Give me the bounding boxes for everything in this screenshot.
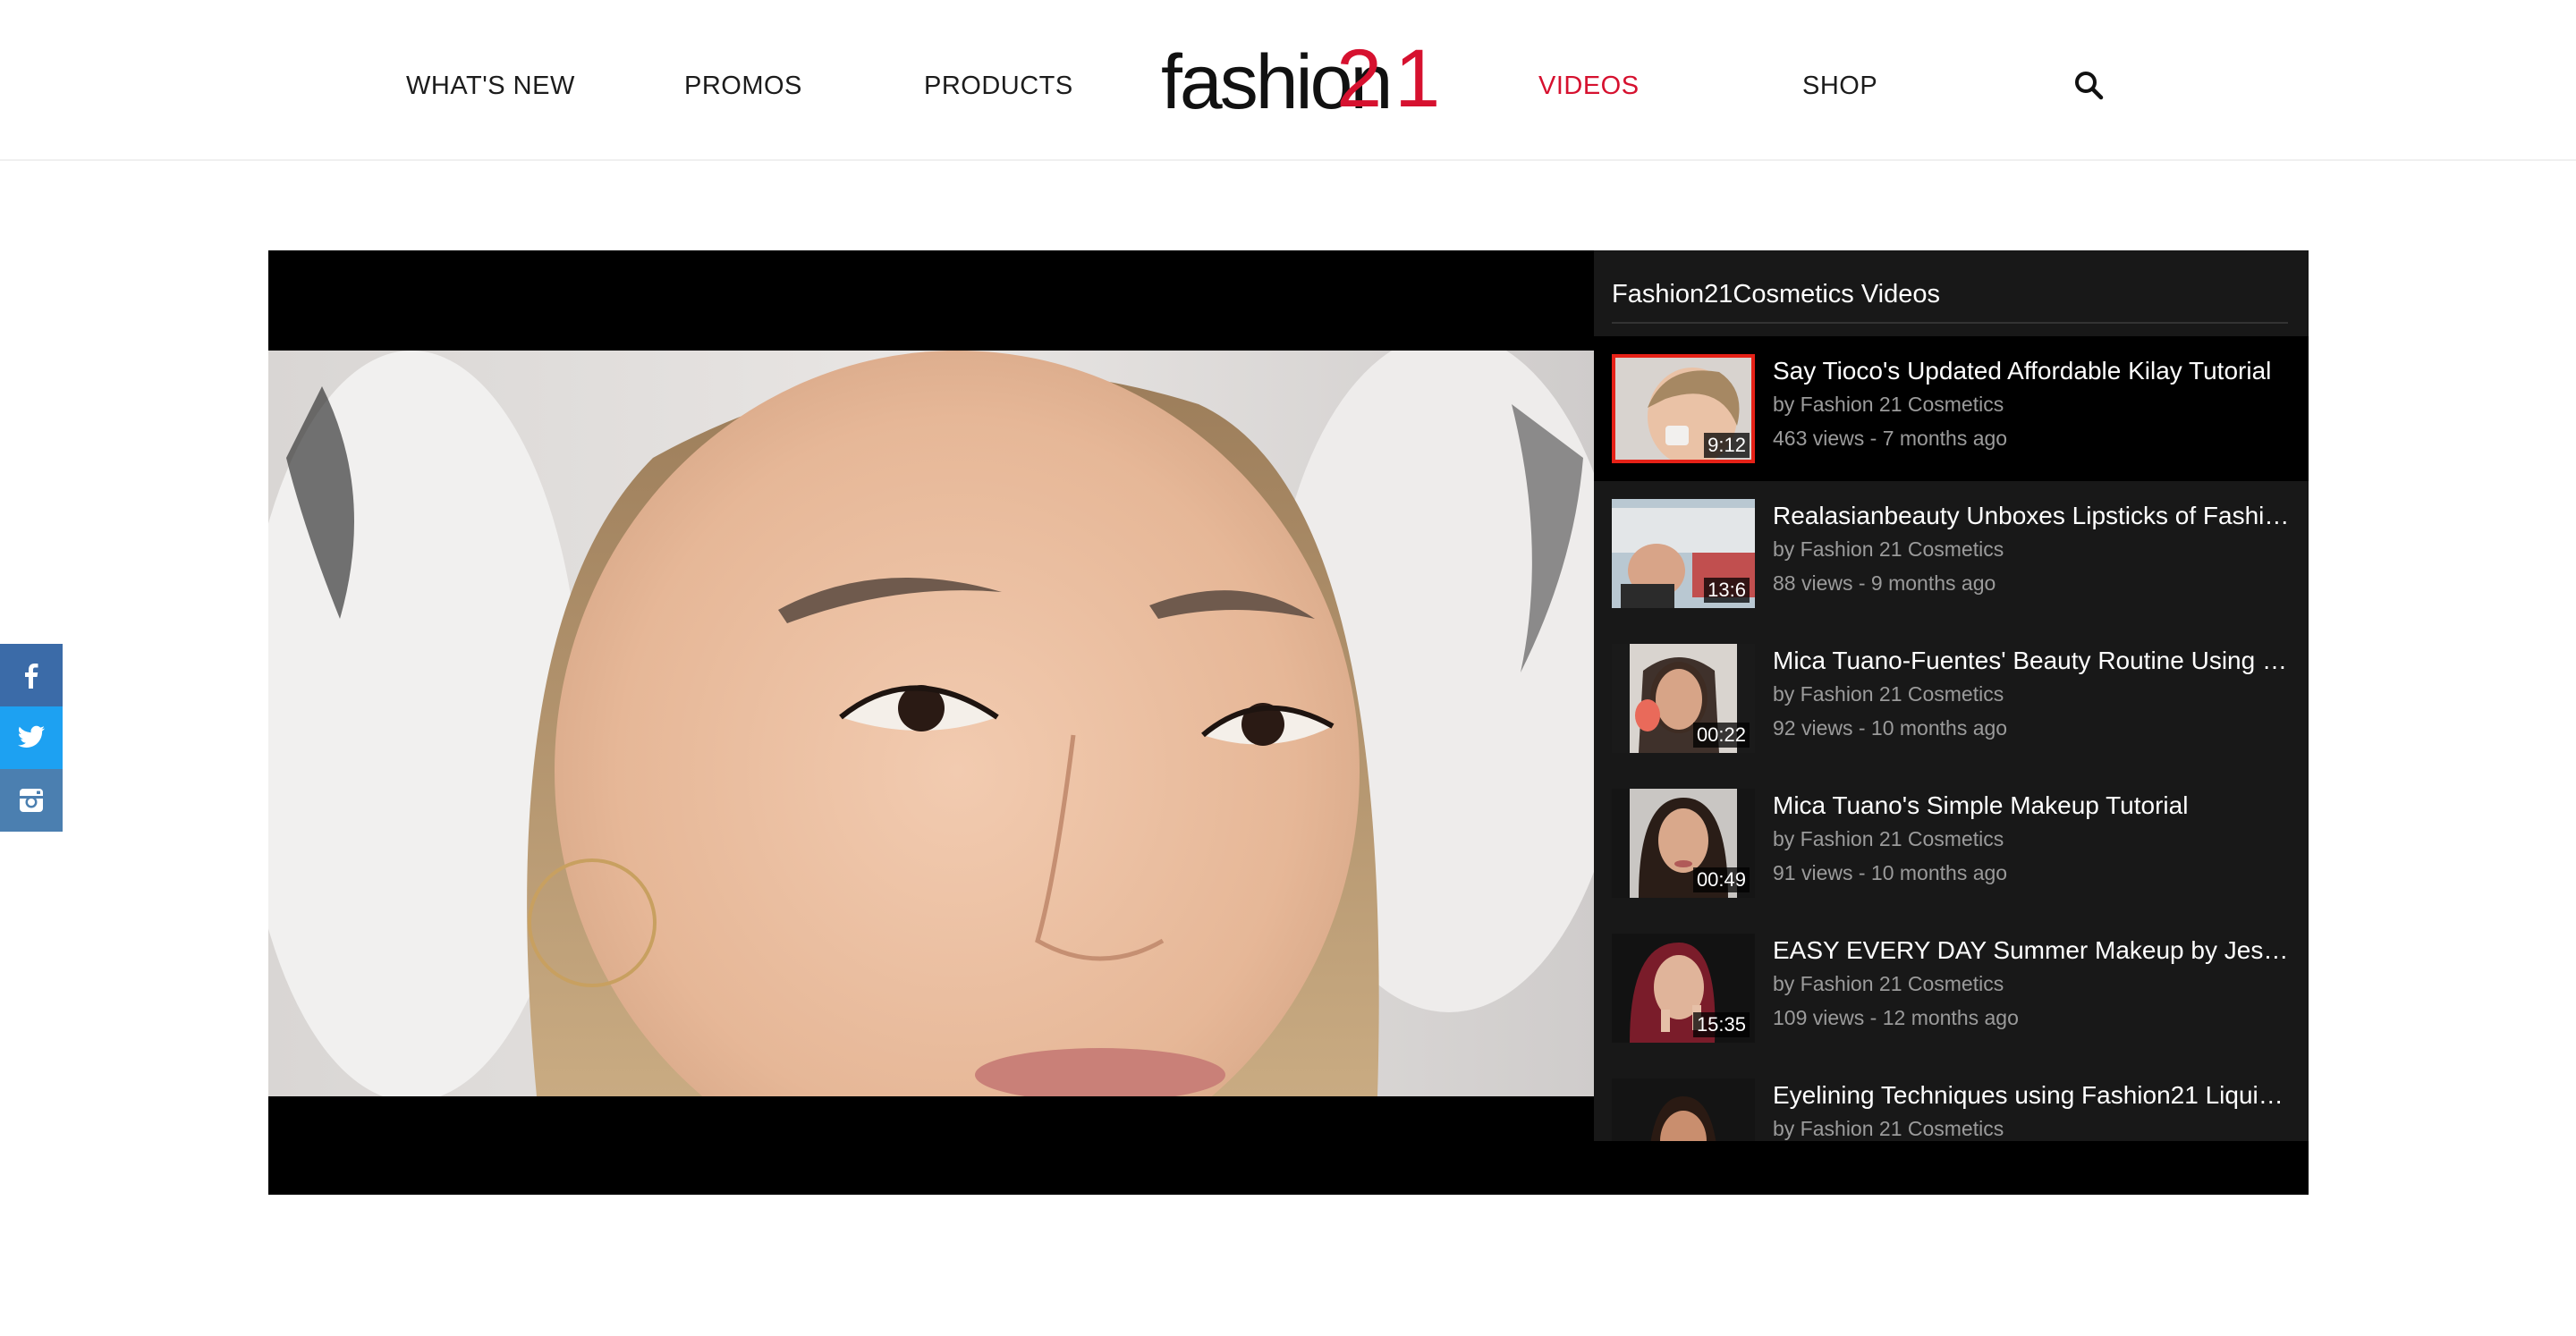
nav-shop[interactable]: SHOP [1802, 70, 1877, 102]
video-duration: 15:35 [1692, 1012, 1750, 1037]
nav-whats-new[interactable]: WHAT'S NEW [406, 70, 575, 102]
video-still-image [268, 351, 1594, 1096]
facebook-icon [25, 664, 38, 689]
video-author: by Fashion 21 Cosmetics [1773, 1117, 2004, 1140]
playlist-title: Fashion21Cosmetics Videos [1612, 279, 2288, 324]
video-meta: 88 views - 9 months ago [1773, 571, 1996, 595]
fashion21-logo[interactable]: fashion 21 [1161, 34, 1440, 127]
video-duration: 00:22 [1692, 723, 1750, 748]
playlist-item[interactable]: 00:22 Mica Tuano-Fuentes' Beauty Routine… [1594, 626, 2309, 771]
video-meta: 463 views - 7 months ago [1773, 427, 2008, 450]
logo-number: 21 [1336, 33, 1453, 124]
nav-products[interactable]: PRODUCTS [924, 70, 1073, 102]
video-author: by Fashion 21 Cosmetics [1773, 393, 2004, 416]
playlist-item[interactable]: 15:35 EASY EVERY DAY Summer Makeup by Je… [1594, 916, 2309, 1061]
video-title[interactable]: Mica Tuano's Simple Makeup Tutorial [1773, 791, 2292, 821]
playlist-list[interactable]: 9:12 Say Tioco's Updated Affordable Kila… [1594, 336, 2309, 1141]
playlist-item[interactable]: Eyelining Techniques using Fashion21 Liq… [1594, 1061, 2309, 1141]
facebook-share-button[interactable] [0, 644, 63, 706]
video-author: by Fashion 21 Cosmetics [1773, 972, 2004, 995]
video-frame[interactable] [268, 351, 1594, 1096]
twitter-icon [18, 725, 45, 748]
site-header: WHAT'S NEW PROMOS PRODUCTS fashion 21 VI… [0, 0, 2576, 161]
playlist-panel: Fashion21Cosmetics Videos 9:12 Say Tioco… [1594, 250, 2309, 1141]
video-title[interactable]: Realasianbeauty Unboxes Lipsticks of Fas… [1773, 501, 2292, 531]
video-duration: 9:12 [1704, 433, 1750, 458]
video-duration: 13:6 [1704, 578, 1750, 603]
video-title[interactable]: Mica Tuano-Fuentes' Beauty Routine Using… [1773, 646, 2292, 676]
video-thumbnail[interactable]: 13:6 [1612, 499, 1755, 608]
twitter-share-button[interactable] [0, 706, 63, 769]
thumbnail-image [1612, 1078, 1755, 1141]
instagram-icon [20, 789, 43, 812]
video-thumbnail[interactable]: 9:12 [1612, 354, 1755, 463]
video-duration: 00:49 [1692, 867, 1750, 892]
video-title[interactable]: EASY EVERY DAY Summer Makeup by Jessica [1773, 935, 2292, 966]
video-thumbnail[interactable]: 15:35 [1612, 934, 1755, 1043]
video-meta: 91 views - 10 months ago [1773, 861, 2008, 884]
video-thumbnail[interactable]: 00:22 [1612, 644, 1755, 753]
instagram-share-button[interactable] [0, 769, 63, 832]
video-player: Fashion21Cosmetics Videos 9:12 Say Tioco… [268, 250, 2309, 1195]
playlist-item[interactable]: 9:12 Say Tioco's Updated Affordable Kila… [1594, 336, 2309, 481]
video-title[interactable]: Eyelining Techniques using Fashion21 Liq… [1773, 1080, 2292, 1111]
playlist-item[interactable]: 13:6 Realasianbeauty Unboxes Lipsticks o… [1594, 481, 2309, 626]
video-title[interactable]: Say Tioco's Updated Affordable Kilay Tut… [1773, 356, 2292, 386]
search-icon [2075, 72, 2104, 100]
video-meta: 109 views - 12 months ago [1773, 1006, 2019, 1029]
playlist-item[interactable]: 00:49 Mica Tuano's Simple Makeup Tutoria… [1594, 771, 2309, 916]
video-thumbnail[interactable] [1612, 1078, 1755, 1141]
nav-promos[interactable]: PROMOS [684, 70, 802, 102]
video-thumbnail[interactable]: 00:49 [1612, 789, 1755, 898]
video-author: by Fashion 21 Cosmetics [1773, 827, 2004, 850]
nav-videos[interactable]: VIDEOS [1538, 70, 1640, 102]
thumbnail-image [1612, 354, 1755, 463]
video-author: by Fashion 21 Cosmetics [1773, 682, 2004, 706]
video-author: by Fashion 21 Cosmetics [1773, 537, 2004, 561]
search-button[interactable] [2073, 70, 2106, 102]
video-meta: 92 views - 10 months ago [1773, 716, 2008, 740]
